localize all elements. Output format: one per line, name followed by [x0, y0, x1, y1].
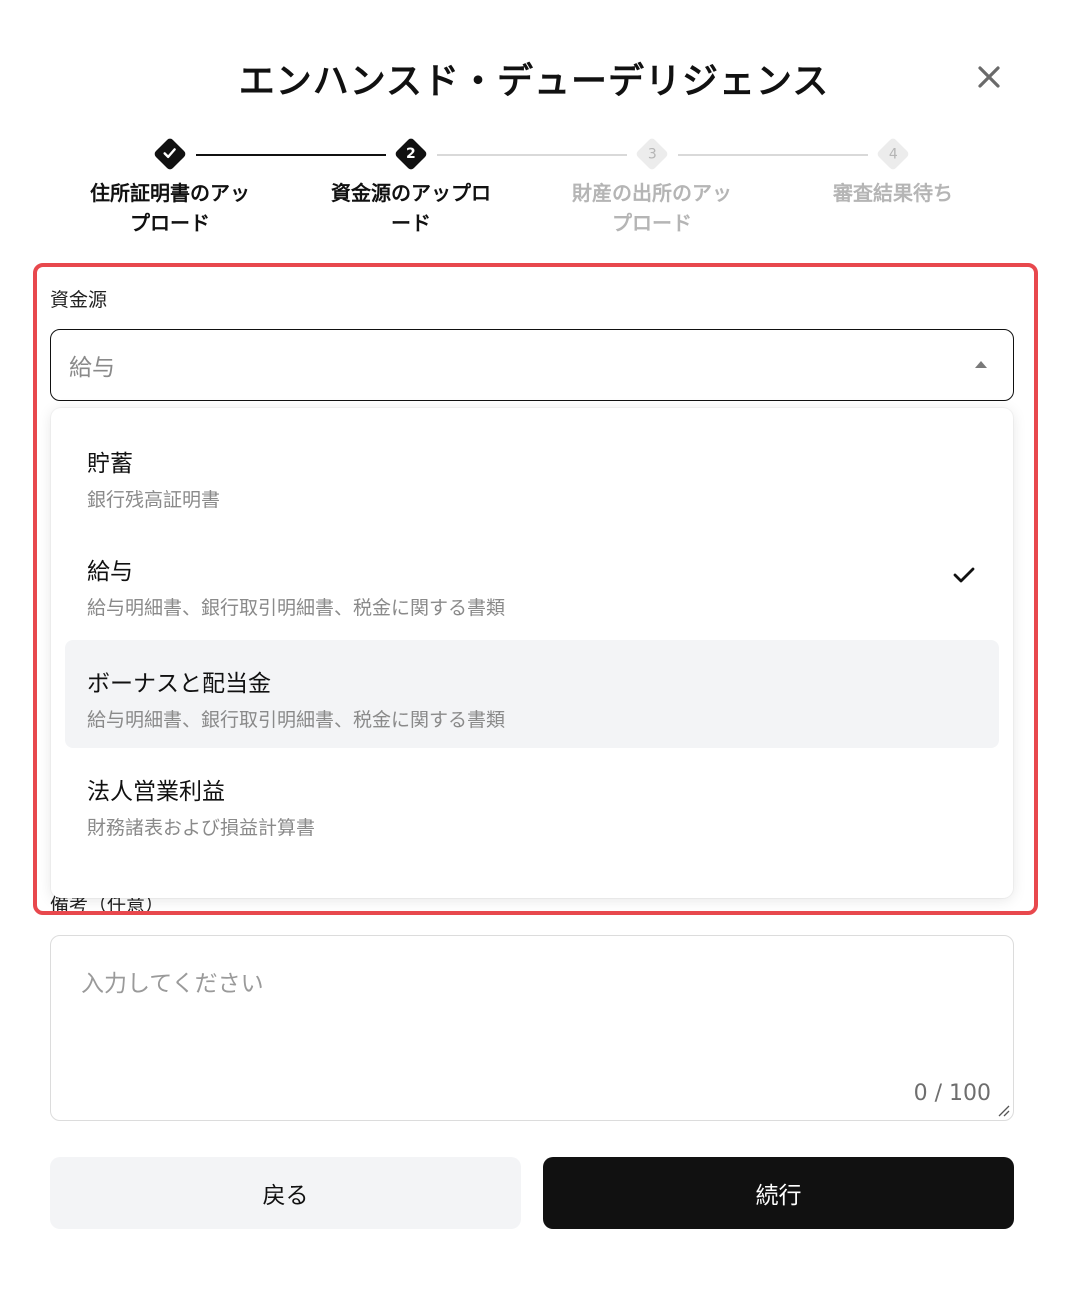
option-corporate-profit[interactable]: 法人営業利益 財務諸表および損益計算書	[65, 748, 999, 856]
char-counter: 0 / 100	[913, 1081, 991, 1106]
back-button[interactable]: 戻る	[50, 1157, 521, 1229]
step-1-completed-marker	[153, 137, 187, 171]
continue-button[interactable]: 続行	[543, 1157, 1014, 1229]
step-3-label: 財産の出所のアッ プロード	[572, 181, 732, 235]
modal-title: エンハンスド・デューデリジェンス	[238, 61, 830, 102]
check-icon	[953, 567, 975, 583]
step-connector-3	[678, 154, 868, 156]
source-of-funds-dropdown: 貯蓄 銀行残高証明書 給与 給与明細書、銀行取引明細書、税金に関する書類 ボーナ…	[51, 408, 1013, 898]
source-of-funds-select[interactable]: 給与	[50, 329, 1014, 401]
option-savings[interactable]: 貯蓄 銀行残高証明書	[65, 420, 999, 528]
option-salary[interactable]: 給与 給与明細書、銀行取引明細書、税金に関する書類	[65, 528, 999, 636]
step-1-label: 住所証明書のアッ プロード	[90, 181, 250, 235]
caret-up-icon	[975, 361, 987, 368]
notes-textarea[interactable]: 入力してください 0 / 100	[50, 935, 1014, 1121]
step-connector-2	[437, 154, 627, 156]
selected-value: 給与	[69, 355, 115, 381]
option-bonus-and-dividends[interactable]: ボーナスと配当金 給与明細書、銀行取引明細書、税金に関する書類	[65, 640, 999, 748]
step-4-label: 審査結果待ち	[833, 181, 953, 205]
close-icon	[978, 66, 1000, 88]
close-button[interactable]	[970, 58, 1008, 96]
step-3-pending-marker: 3	[635, 137, 669, 171]
step-4-pending-marker: 4	[876, 137, 910, 171]
step-connector-1	[196, 154, 386, 156]
check-icon	[163, 147, 177, 158]
step-2-label: 資金源のアップロ ード	[331, 181, 491, 235]
resize-handle-icon[interactable]	[996, 1103, 1010, 1117]
notes-placeholder: 入力してください	[81, 971, 264, 997]
source-of-funds-label: 資金源	[50, 289, 108, 311]
progress-stepper: 住所証明書のアッ プロード 2 資金源のアップロ ード 3 財産の出所のアッ プ…	[0, 137, 1068, 248]
step-2-active-marker: 2	[394, 137, 428, 171]
